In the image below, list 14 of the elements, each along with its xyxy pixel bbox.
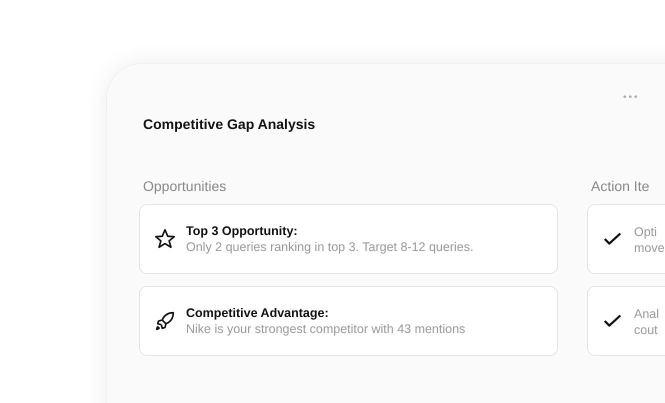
section-heading: Action Ite: [591, 178, 650, 194]
star-icon: [154, 228, 176, 250]
item-text: cout: [634, 323, 659, 337]
item-text: move: [634, 241, 665, 255]
item-title: Top 3 Opportunity:: [186, 224, 299, 238]
item-title: Competitive Advantage:: [186, 306, 330, 320]
item-text: Nike is your strongest competitor with 43 mentions: [186, 322, 466, 336]
item-text: Opti: [634, 225, 658, 239]
rocket-icon: [154, 310, 176, 332]
item-text: Anal: [634, 307, 660, 321]
more-icon[interactable]: •••: [623, 92, 640, 103]
section-heading: Opportunities: [143, 178, 228, 194]
panel-title: Competitive Gap Analysis: [143, 116, 316, 132]
item-text: Only 2 queries ranking in top 3. Target 8-12 queries.: [186, 240, 474, 254]
